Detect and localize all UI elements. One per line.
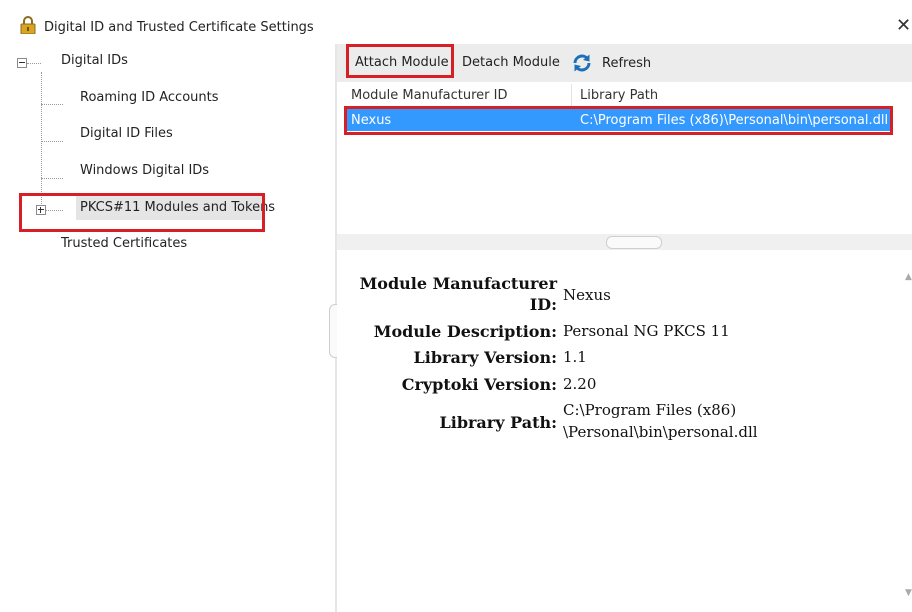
tree-item-digital-id-files[interactable]: Digital ID Files [80,126,173,141]
description-label: Module Description: [373,322,557,341]
lock-icon [20,16,36,34]
description-value: Personal NG PKCS 11 [563,322,730,340]
library-path-value-line2: \Personal\bin\personal.dll [563,423,758,441]
library-path-value-line1: C:\Program Files (x86) [563,401,737,419]
horizontal-splitter-grip[interactable] [606,236,662,249]
tree-item-trusted-certificates[interactable]: Trusted Certificates [61,236,187,251]
tree-connector [41,178,63,179]
collapse-icon[interactable] [17,58,27,68]
detach-module-button[interactable]: Detach Module [462,55,560,70]
tree-connector [41,141,63,142]
library-version-value: 1.1 [563,348,587,366]
library-path-label: Library Path: [439,413,557,432]
tree-connector [41,104,63,105]
refresh-icon[interactable] [571,52,593,74]
row-highlight-box [344,106,893,135]
library-version-label: Library Version: [413,348,557,367]
module-list [337,82,912,234]
manufacturer-label-line2: ID: [529,295,557,314]
refresh-button[interactable]: Refresh [602,56,651,71]
column-separator[interactable] [571,84,572,106]
column-header-manufacturer[interactable]: Module Manufacturer ID [351,88,507,103]
tree-item-digital-ids[interactable]: Digital IDs [61,53,128,68]
tree-connector [27,63,41,64]
manufacturer-label-line1: Module Manufacturer [359,274,557,293]
attach-highlight-box [346,44,454,78]
cryptoki-version-label: Cryptoki Version: [401,375,557,394]
manufacturer-value: Nexus [563,286,611,304]
tree-item-windows-digital-ids[interactable]: Windows Digital IDs [80,163,209,178]
window-title: Digital ID and Trusted Certificate Setti… [44,20,314,35]
close-icon[interactable]: ✕ [896,16,912,36]
scroll-up-icon[interactable]: ▲ [905,272,912,282]
title-bar: Digital ID and Trusted Certificate Setti… [0,0,912,44]
column-header-library-path[interactable]: Library Path [580,88,658,103]
cryptoki-version-value: 2.20 [563,375,597,393]
scroll-down-icon[interactable]: ▼ [905,588,912,598]
tree-item-roaming-id-accounts[interactable]: Roaming ID Accounts [80,90,219,105]
pkcs-highlight-box [19,193,265,232]
details-scrollbar[interactable] [904,250,912,612]
